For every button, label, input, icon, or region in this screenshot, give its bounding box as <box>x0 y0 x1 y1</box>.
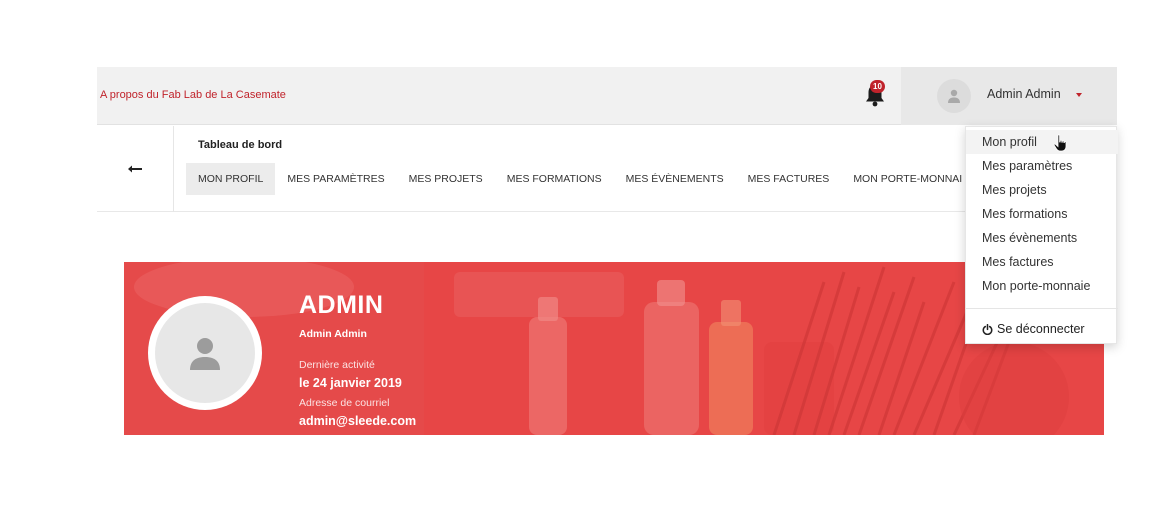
app-window: A propos du Fab Lab de La Casemate 10 Ad… <box>0 0 1171 519</box>
hand-cursor-icon <box>1053 134 1067 152</box>
profile-banner <box>124 262 1104 435</box>
tab-mon-profil[interactable]: MON PROFIL <box>186 163 276 195</box>
user-dropdown-menu: Mon profil Mes paramètres Mes projets Me… <box>965 126 1118 344</box>
profile-role: ADMIN <box>299 291 384 319</box>
menu-item-mes-evenements[interactable]: Mes évènements <box>966 226 1118 250</box>
menu-item-mon-porte-monnaie[interactable]: Mon porte-monnaie <box>966 274 1118 298</box>
caret-down-icon <box>1076 93 1082 97</box>
notifications-button[interactable]: 10 <box>863 80 887 108</box>
tab-mes-evenements[interactable]: MES ÉVÈNEMENTS <box>614 163 736 195</box>
user-name: Admin Admin <box>987 87 1061 101</box>
arrow-left-icon <box>128 165 142 173</box>
tab-mes-formations[interactable]: MES FORMATIONS <box>495 163 614 195</box>
profile-name: Admin Admin <box>299 328 367 340</box>
last-activity-label: Dernière activité <box>299 359 375 371</box>
user-icon <box>190 338 220 370</box>
about-fablab-link[interactable]: A propos du Fab Lab de La Casemate <box>100 89 286 101</box>
menu-item-mes-projets[interactable]: Mes projets <box>966 178 1118 202</box>
menu-item-mon-profil[interactable]: Mon profil <box>966 130 1118 154</box>
menu-item-mes-factures[interactable]: Mes factures <box>966 250 1118 274</box>
avatar <box>937 79 971 113</box>
menu-item-mes-parametres[interactable]: Mes paramètres <box>966 154 1118 178</box>
notification-count-badge: 10 <box>870 80 885 93</box>
user-icon <box>948 89 960 103</box>
last-activity-value: le 24 janvier 2019 <box>299 376 402 390</box>
dashboard-nav: Tableau de bord MON PROFIL MES PARAMÈTRE… <box>97 126 1117 212</box>
workshop-background-image <box>124 262 1104 435</box>
logout-button[interactable]: Se déconnecter <box>966 318 1118 340</box>
user-menu-toggle[interactable]: Admin Admin <box>901 67 1117 125</box>
power-icon <box>982 323 993 335</box>
logout-label: Se déconnecter <box>997 322 1085 336</box>
menu-divider <box>966 308 1118 309</box>
menu-item-mes-formations[interactable]: Mes formations <box>966 202 1118 226</box>
page-title: Tableau de bord <box>198 139 283 151</box>
tab-bar: MON PROFIL MES PARAMÈTRES MES PROJETS ME… <box>186 163 974 195</box>
back-button[interactable] <box>97 126 174 212</box>
email-value: admin@sleede.com <box>299 414 417 428</box>
tab-mes-parametres[interactable]: MES PARAMÈTRES <box>275 163 396 195</box>
top-bar: A propos du Fab Lab de La Casemate 10 Ad… <box>97 67 1117 125</box>
email-label: Adresse de courriel <box>299 397 390 409</box>
profile-avatar-placeholder <box>155 303 255 403</box>
tab-mon-porte-monnaie[interactable]: MON PORTE-MONNAI <box>841 163 974 195</box>
profile-avatar <box>148 296 262 410</box>
tab-mes-projets[interactable]: MES PROJETS <box>397 163 495 195</box>
tab-mes-factures[interactable]: MES FACTURES <box>736 163 842 195</box>
